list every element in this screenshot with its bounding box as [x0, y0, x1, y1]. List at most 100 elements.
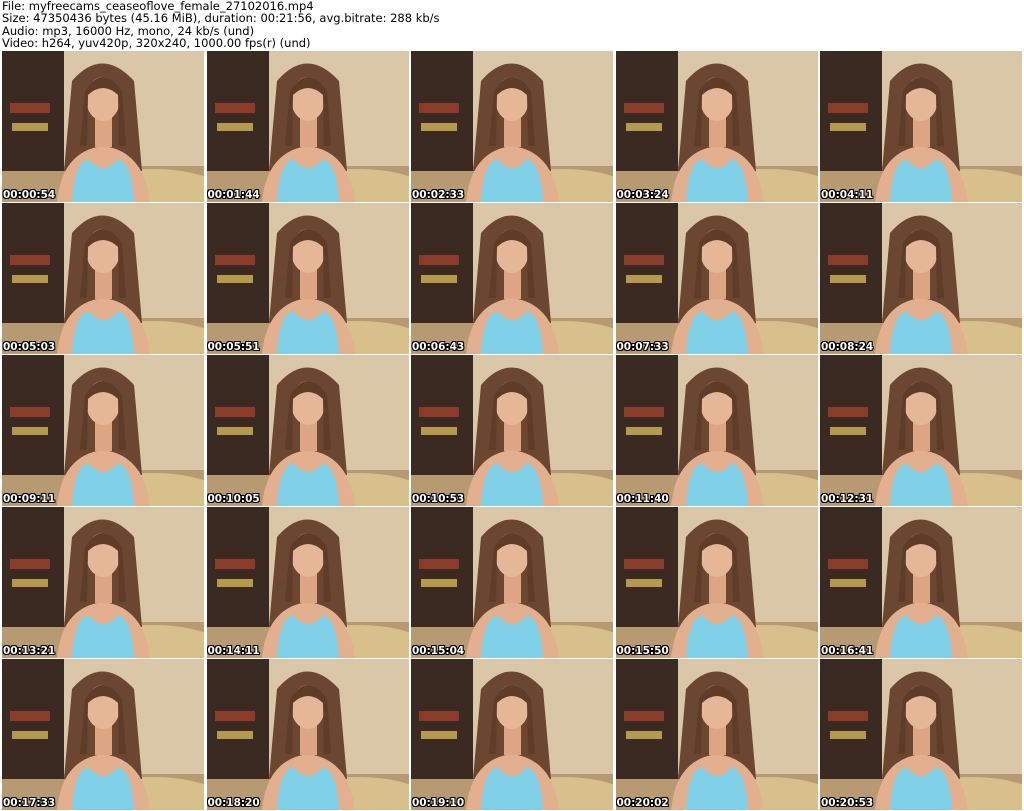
- timestamp-label: 00:09:11: [3, 493, 56, 505]
- shelf-accent: [10, 255, 50, 265]
- video-thumbnail: 00:05:51: [206, 203, 409, 354]
- shelf-accent-2: [421, 123, 457, 131]
- timestamp-label: 00:10:53: [412, 493, 465, 505]
- timestamp-label: 00:12:31: [821, 493, 874, 505]
- shelf-accent-2: [830, 123, 866, 131]
- video-thumbnail: 00:12:31: [820, 355, 1022, 506]
- video-thumbnail: 00:15:04: [411, 507, 613, 658]
- shelf-accent: [214, 103, 255, 113]
- shelf-accent: [828, 559, 868, 569]
- timestamp-label: 00:14:11: [207, 645, 260, 657]
- neck: [299, 725, 317, 755]
- timestamp-label: 00:05:03: [3, 341, 56, 353]
- video-frame-image: [206, 203, 409, 354]
- video-frame-image: [411, 203, 613, 354]
- timestamp-label: 00:15:50: [616, 645, 669, 657]
- neck: [708, 421, 726, 451]
- timestamp-label: 00:18:20: [207, 797, 260, 809]
- shelf-accent-2: [830, 579, 866, 587]
- video-frame-image: [206, 659, 409, 810]
- shelf-accent: [10, 559, 50, 569]
- shelf-accent-2: [421, 579, 457, 587]
- neck: [504, 269, 521, 299]
- video-thumbnail: 00:20:02: [615, 659, 818, 810]
- shelf-accent-2: [625, 731, 662, 739]
- video-frame-image: [615, 355, 818, 506]
- video-line: Video: h264, yuv420p, 320x240, 1000.00 f…: [2, 35, 311, 50]
- video-thumbnail: 00:15:50: [615, 507, 818, 658]
- video-thumbnail: 00:10:05: [206, 355, 409, 506]
- video-frame-image: [820, 355, 1022, 506]
- timestamp-label: 00:05:51: [207, 341, 260, 353]
- shelf-accent: [214, 407, 255, 417]
- shelf-accent: [10, 711, 50, 721]
- shelf-accent-2: [830, 275, 866, 283]
- neck: [708, 573, 726, 603]
- video-thumbnail: 00:19:10: [411, 659, 613, 810]
- shelf-accent: [623, 407, 664, 417]
- video-frame-image: [2, 507, 204, 658]
- shelf-accent: [214, 559, 255, 569]
- shelf-accent-2: [216, 731, 253, 739]
- neck: [299, 421, 317, 451]
- video-thumbnail: 00:09:11: [2, 355, 204, 506]
- video-frame-image: [411, 51, 613, 202]
- shelf-accent: [214, 711, 255, 721]
- shelf-accent-2: [421, 731, 457, 739]
- shelf-accent: [10, 103, 50, 113]
- video-thumbnail: 00:10:53: [411, 355, 613, 506]
- shelf-accent: [419, 711, 459, 721]
- neck: [299, 573, 317, 603]
- video-frame-image: [411, 355, 613, 506]
- thumbnail-grid: 00:00:54 00:01:44 00:02:33 00:03:24 00:0…: [2, 51, 1022, 810]
- shelf-accent-2: [216, 579, 253, 587]
- video-thumbnail: 00:16:41: [820, 507, 1022, 658]
- video-frame-image: [206, 51, 409, 202]
- timestamp-label: 00:11:40: [616, 493, 669, 505]
- shelf-accent: [828, 711, 868, 721]
- video-frame-image: [2, 203, 204, 354]
- video-thumbnail: 00:03:24: [615, 51, 818, 202]
- shelf-accent-2: [12, 427, 48, 435]
- shelf-accent-2: [12, 275, 48, 283]
- neck: [95, 117, 112, 147]
- timestamp-label: 00:04:11: [821, 189, 874, 201]
- timestamp-label: 00:07:33: [616, 341, 669, 353]
- video-frame-image: [2, 659, 204, 810]
- video-frame-image: [206, 355, 409, 506]
- timestamp-label: 00:01:44: [207, 189, 260, 201]
- video-frame-image: [411, 659, 613, 810]
- shelf-accent: [828, 103, 868, 113]
- neck: [504, 421, 521, 451]
- neck: [708, 269, 726, 299]
- shelf-accent: [419, 407, 459, 417]
- shelf-accent-2: [830, 427, 866, 435]
- video-thumbnail: 00:20:53: [820, 659, 1022, 810]
- timestamp-label: 00:15:04: [412, 645, 465, 657]
- timestamp-label: 00:03:24: [616, 189, 669, 201]
- video-frame-image: [820, 51, 1022, 202]
- video-thumbnail: 00:17:33: [2, 659, 204, 810]
- shelf-accent-2: [625, 275, 662, 283]
- shelf-accent-2: [216, 123, 253, 131]
- neck: [504, 573, 521, 603]
- neck: [913, 269, 930, 299]
- neck: [708, 725, 726, 755]
- neck: [299, 269, 317, 299]
- video-frame-image: [615, 51, 818, 202]
- shelf-accent: [828, 407, 868, 417]
- neck: [708, 117, 726, 147]
- shelf-accent: [623, 255, 664, 265]
- video-thumbnail: 00:13:21: [2, 507, 204, 658]
- neck: [504, 725, 521, 755]
- shelf-accent-2: [12, 731, 48, 739]
- timestamp-label: 00:16:41: [821, 645, 874, 657]
- shelf-accent: [214, 255, 255, 265]
- video-thumbnail: 00:04:11: [820, 51, 1022, 202]
- video-frame-image: [2, 51, 204, 202]
- shelf-accent-2: [625, 123, 662, 131]
- shelf-accent: [623, 103, 664, 113]
- neck: [504, 117, 521, 147]
- neck: [913, 117, 930, 147]
- video-thumbnail: 00:08:24: [820, 203, 1022, 354]
